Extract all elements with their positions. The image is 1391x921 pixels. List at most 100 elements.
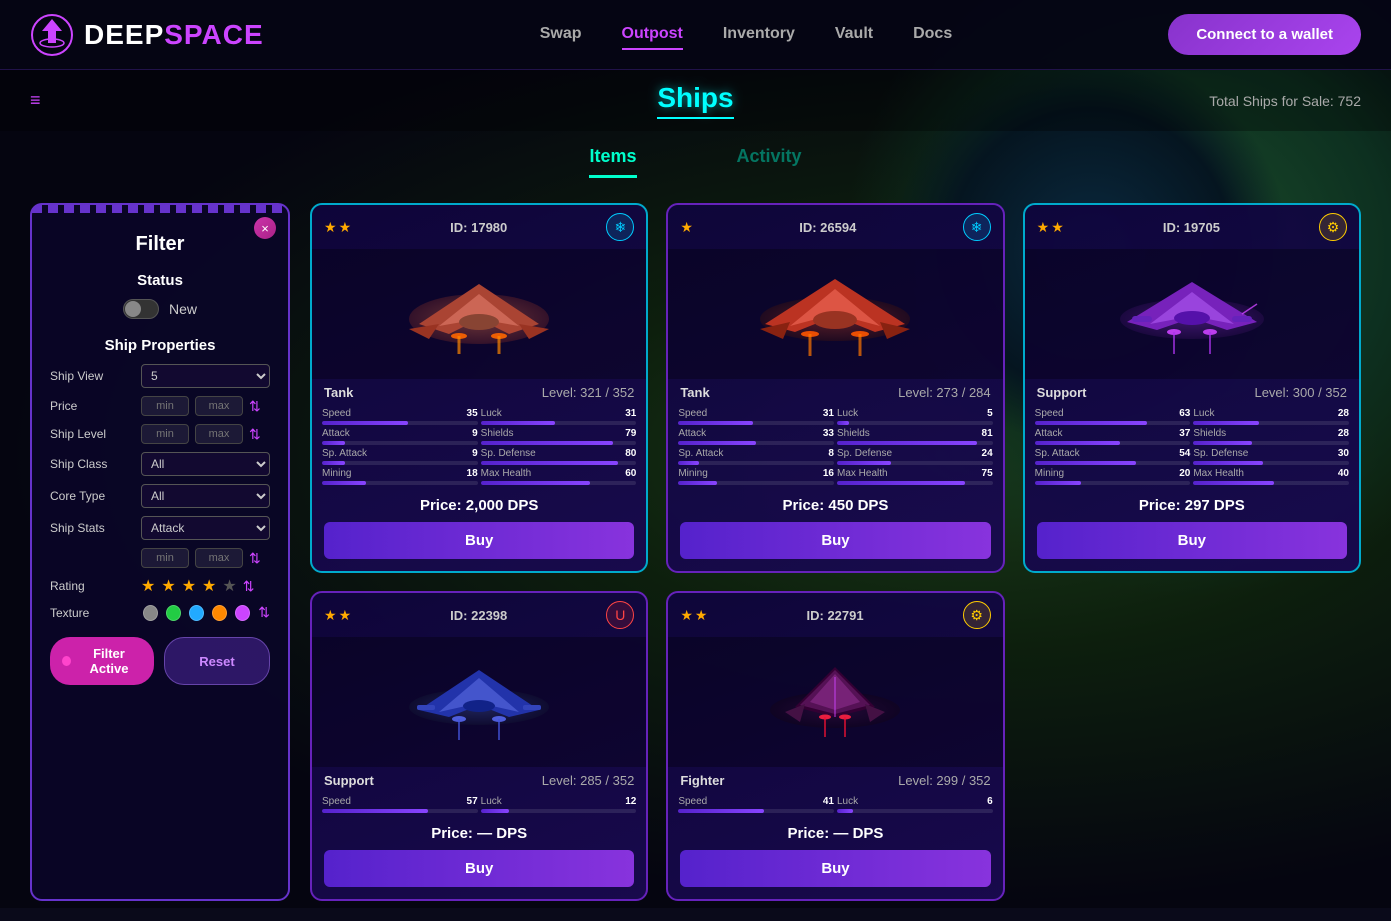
- stat-row: Mining20: [1035, 468, 1191, 485]
- filter-close-button[interactable]: ×: [254, 217, 276, 239]
- main-content: × Filter Status New Ship Properties Ship…: [0, 183, 1391, 921]
- star: ★: [339, 219, 352, 236]
- star-1[interactable]: ★: [141, 576, 155, 596]
- ship-image: [1025, 249, 1359, 379]
- new-label: New: [169, 301, 197, 317]
- stat-row: Sp. Defense80: [481, 448, 637, 465]
- core-type-row: Core Type AllFireIceStorm: [50, 484, 270, 508]
- price-min-input[interactable]: [141, 396, 189, 416]
- reset-button[interactable]: Reset: [164, 637, 270, 685]
- ship-level-label: Ship Level: [50, 427, 135, 441]
- buy-button[interactable]: Buy: [680, 850, 990, 887]
- ship-image: [668, 249, 1002, 379]
- ship-stats-range-row: ⇅: [50, 548, 270, 568]
- ship-stats-max-input[interactable]: [195, 548, 243, 568]
- ship-level: Level: 299 / 352: [898, 773, 991, 788]
- logo[interactable]: DEEPSPACE: [30, 13, 264, 57]
- rating-sort-icon[interactable]: ⇅: [243, 578, 255, 595]
- buy-button[interactable]: Buy: [680, 522, 990, 559]
- ship-props-title: Ship Properties: [50, 337, 270, 354]
- price-max-input[interactable]: [195, 396, 243, 416]
- nav-vault[interactable]: Vault: [835, 20, 873, 50]
- texture-dot-blue[interactable]: [189, 605, 204, 621]
- total-ships-label: Total Ships for Sale: 752: [1209, 93, 1361, 109]
- texture-dot-green[interactable]: [166, 605, 181, 621]
- ship-stats-min-input[interactable]: [141, 548, 189, 568]
- filter-panel: × Filter Status New Ship Properties Ship…: [30, 203, 290, 901]
- tab-activity[interactable]: Activity: [737, 146, 802, 178]
- ship-class-select[interactable]: AllTankSupportFighter: [141, 452, 270, 476]
- tab-items[interactable]: Items: [589, 146, 636, 178]
- star-2[interactable]: ★: [161, 576, 175, 596]
- ship-level-max-input[interactable]: [195, 424, 243, 444]
- ship-level: Level: 300 / 352: [1254, 385, 1347, 400]
- star: ★: [324, 219, 337, 236]
- status-row: New: [50, 299, 270, 319]
- stat-row: Luck5: [837, 408, 993, 425]
- price-sort-icon[interactable]: ⇅: [249, 398, 261, 415]
- core-type-select[interactable]: AllFireIceStorm: [141, 484, 270, 508]
- card-id: ID: 22791: [807, 608, 864, 623]
- ship-image: [668, 637, 1002, 767]
- ship-card-22791: ★★ ID: 22791 ⚙ Fighter Level: 299 / 352 …: [666, 591, 1004, 901]
- ship-stats-select[interactable]: AttackSpeedShieldsMining: [141, 516, 270, 540]
- card-type-level: Support Level: 300 / 352: [1025, 379, 1359, 404]
- card-header: ★★ ID: 22398 U: [312, 593, 646, 637]
- ship-level-min-input[interactable]: [141, 424, 189, 444]
- ships-grid: ★★ ID: 17980 ❄ Tank Level: 321 / 352 Spe…: [310, 203, 1361, 901]
- card-stars: ★: [680, 219, 693, 236]
- star-5[interactable]: ★: [222, 576, 236, 596]
- card-type-level: Tank Level: 273 / 284: [668, 379, 1002, 404]
- card-type-level: Support Level: 285 / 352: [312, 767, 646, 792]
- nav-inventory[interactable]: Inventory: [723, 20, 795, 50]
- new-toggle[interactable]: [123, 299, 159, 319]
- nav-outpost[interactable]: Outpost: [622, 20, 683, 50]
- price-label: Price: [50, 399, 135, 413]
- card-price: Price: — DPS: [312, 817, 646, 846]
- ship-view-select[interactable]: 5102050: [141, 364, 270, 388]
- nav-docs[interactable]: Docs: [913, 20, 952, 50]
- texture-dot-purple[interactable]: [235, 605, 250, 621]
- star-3[interactable]: ★: [182, 576, 196, 596]
- ship-card-22398: ★★ ID: 22398 U Support Level: 285 / 352 …: [310, 591, 648, 901]
- ship-image: [312, 637, 646, 767]
- ship-view-row: Ship View 5102050: [50, 364, 270, 388]
- stat-row: Max Health40: [1193, 468, 1349, 485]
- ship-level-sort-icon[interactable]: ⇅: [249, 426, 261, 443]
- buy-button[interactable]: Buy: [1037, 522, 1347, 559]
- card-type-icon: U: [606, 601, 634, 629]
- texture-dot-gray[interactable]: [143, 605, 158, 621]
- connect-wallet-button[interactable]: Connect to a wallet: [1168, 14, 1361, 55]
- ship-card-17980: ★★ ID: 17980 ❄ Tank Level: 321 / 352 Spe…: [310, 203, 648, 573]
- ship-level: Level: 273 / 284: [898, 385, 991, 400]
- card-price: Price: 2,000 DPS: [312, 489, 646, 518]
- star: ★: [324, 607, 337, 624]
- stat-row: Shields79: [481, 428, 637, 445]
- tabs-container: Items Activity: [0, 131, 1391, 183]
- texture-sort-icon[interactable]: ⇅: [258, 604, 270, 621]
- filter-toggle-button[interactable]: ≡: [30, 90, 41, 111]
- rating-label: Rating: [50, 579, 135, 593]
- card-type-level: Tank Level: 321 / 352: [312, 379, 646, 404]
- texture-label: Texture: [50, 606, 135, 620]
- texture-row: Texture ⇅: [50, 604, 270, 621]
- ship-stats-row: Ship Stats AttackSpeedShieldsMining: [50, 516, 270, 540]
- active-dot: [62, 656, 71, 666]
- price-row: Price ⇅: [50, 396, 270, 416]
- card-price: Price: 450 DPS: [668, 489, 1002, 518]
- buy-button[interactable]: Buy: [324, 522, 634, 559]
- star-4[interactable]: ★: [202, 576, 216, 596]
- ship-card-26594: ★ ID: 26594 ❄ Tank Level: 273 / 284 Spee…: [666, 203, 1004, 573]
- stats-grid: Speed41 Luck6: [668, 792, 1002, 817]
- sub-header: ≡ Ships Total Ships for Sale: 752: [0, 70, 1391, 131]
- nav-swap[interactable]: Swap: [540, 20, 582, 50]
- filter-active-button[interactable]: Filter Active: [50, 637, 154, 685]
- star: ★: [1051, 219, 1064, 236]
- texture-dot-orange[interactable]: [212, 605, 227, 621]
- ship-stats-sort-icon[interactable]: ⇅: [249, 550, 261, 567]
- ship-level: Level: 321 / 352: [542, 385, 635, 400]
- card-header: ★★ ID: 22791 ⚙: [668, 593, 1002, 637]
- buy-button[interactable]: Buy: [324, 850, 634, 887]
- card-header: ★ ID: 26594 ❄: [668, 205, 1002, 249]
- stat-row: Sp. Attack8: [678, 448, 834, 465]
